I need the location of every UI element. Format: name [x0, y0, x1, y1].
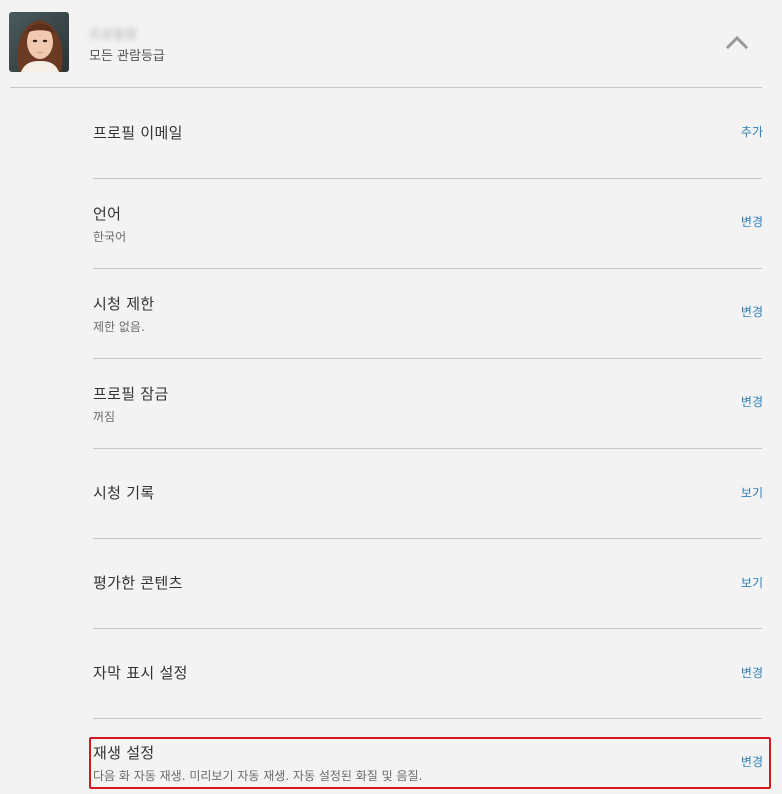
setting-row-profile-lock: 프로필 잠금 꺼짐 변경 — [93, 383, 763, 427]
add-email-link[interactable]: 추가 — [741, 123, 763, 140]
change-restrictions-link[interactable]: 변경 — [741, 303, 763, 320]
setting-row-subtitle-appearance: 자막 표시 설정 변경 — [93, 661, 763, 691]
setting-row-profile-email: 프로필 이메일 추가 — [93, 120, 763, 150]
setting-title: 자막 표시 설정 — [93, 664, 188, 682]
row-divider — [93, 178, 762, 179]
change-language-link[interactable]: 변경 — [741, 213, 763, 230]
setting-value: 제한 없음. — [93, 320, 145, 334]
setting-row-language: 언어 한국어 변경 — [93, 203, 763, 247]
settings-list: 프로필 이메일 추가 언어 한국어 변경 시청 제한 제한 없음. 변경 프로필… — [0, 0, 782, 794]
row-divider — [93, 358, 762, 359]
row-divider — [93, 448, 762, 449]
setting-row-viewing-activity: 시청 기록 보기 — [93, 481, 763, 511]
row-divider — [93, 538, 762, 539]
setting-title: 프로필 이메일 — [93, 124, 183, 142]
highlight-box — [89, 737, 771, 789]
view-ratings-link[interactable]: 보기 — [741, 574, 763, 591]
setting-title: 프로필 잠금 — [93, 385, 169, 403]
row-divider — [93, 628, 762, 629]
row-divider — [93, 718, 762, 719]
view-activity-link[interactable]: 보기 — [741, 484, 763, 501]
setting-title: 시청 제한 — [93, 295, 155, 313]
change-lock-link[interactable]: 변경 — [741, 393, 763, 410]
setting-title: 평가한 콘텐츠 — [93, 574, 183, 592]
setting-value: 꺼짐 — [93, 410, 116, 424]
setting-title: 언어 — [93, 205, 122, 223]
setting-row-viewing-restrictions: 시청 제한 제한 없음. 변경 — [93, 293, 763, 337]
setting-title: 시청 기록 — [93, 484, 155, 502]
setting-row-ratings: 평가한 콘텐츠 보기 — [93, 571, 763, 601]
profile-settings-page: 프로필명 모든 관람등급 프로필 이메일 추가 언어 한국어 변경 시청 제한 … — [0, 0, 782, 794]
change-subtitles-link[interactable]: 변경 — [741, 664, 763, 681]
setting-value: 한국어 — [93, 230, 127, 244]
row-divider — [93, 268, 762, 269]
